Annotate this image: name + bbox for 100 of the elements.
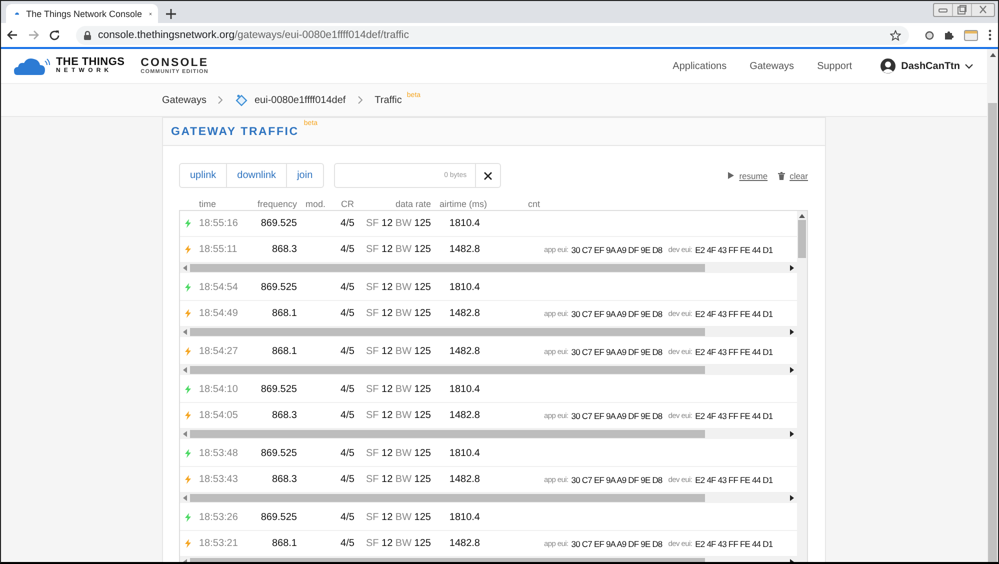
breadcrumb-item: Traffic (374, 94, 402, 106)
scroll-right-icon[interactable] (790, 431, 794, 437)
table-cell-text: 1482.8 (448, 474, 481, 485)
table-cell-text: 869.525 (260, 282, 297, 293)
table-cell-text: SF 12 BW 125 (364, 244, 431, 255)
logo-text: THE THINGS (56, 57, 125, 68)
clear-link[interactable]: clear (790, 170, 808, 180)
table-cell-text: 869.525 (260, 384, 297, 395)
filter-tab[interactable]: downlink (226, 164, 286, 187)
scrollbar-thumb[interactable] (190, 430, 705, 438)
table-cell-text: 18:53:21 (198, 538, 239, 549)
card-title: GATEWAY TRAFFIC (171, 126, 299, 138)
table-cell: E2 4F 43 FF FE 44 D1 (695, 474, 773, 484)
table-cell-text: 4/5 (340, 282, 356, 293)
menu-icon[interactable] (988, 29, 992, 41)
star-icon[interactable] (890, 30, 901, 40)
table-cell: 30 C7 EF 9A A9 DF 9E D8 (571, 538, 662, 548)
horizontal-scrollbar[interactable] (180, 263, 797, 273)
table-cell-text: 1810.4 (448, 282, 481, 293)
extension-icon[interactable] (925, 30, 934, 40)
scroll-up-icon[interactable] (799, 214, 805, 218)
scroll-left-icon[interactable] (183, 431, 187, 437)
table-cell-text: 18:54:05 (198, 410, 239, 421)
table-cell-text: 18:53:48 (198, 448, 239, 459)
table-cell-text: 18:53:43 (198, 474, 239, 485)
table-cell-text: SF 12 BW 125 (364, 448, 431, 459)
nav-link[interactable]: Applications (672, 60, 727, 72)
close-icon[interactable] (484, 172, 492, 180)
table-cell-text: 18:55:16 (198, 218, 239, 229)
scroll-right-icon[interactable] (790, 495, 794, 501)
nav-link[interactable]: Support (817, 60, 852, 72)
scroll-right-icon[interactable] (790, 265, 794, 271)
table-cell-text: 868.3 (270, 410, 297, 421)
caret-icon[interactable] (965, 64, 973, 68)
vertical-scrollbar[interactable] (797, 211, 807, 562)
cloud-logo-icon (14, 57, 50, 75)
trash-icon[interactable] (778, 172, 785, 180)
forward-icon[interactable] (28, 30, 39, 40)
table-cell: E2 4F 43 FF FE 44 D1 (695, 410, 773, 420)
new-tab-icon[interactable] (166, 9, 176, 19)
back-icon[interactable] (7, 30, 18, 40)
filter-tab[interactable]: join (286, 164, 323, 187)
table-cell-text: 868.3 (270, 244, 297, 255)
browser-tab[interactable]: The Things Network Console (6, 4, 158, 23)
scroll-left-icon[interactable] (183, 265, 187, 271)
table-cell-text: SF 12 BW 125 (364, 410, 431, 421)
scrollbar-thumb[interactable] (190, 328, 705, 336)
table-cell: E2 4F 43 FF FE 44 D1 (695, 538, 773, 548)
horizontal-scrollbar[interactable] (180, 493, 797, 503)
horizontal-scrollbar[interactable] (180, 365, 797, 375)
lightning-icon (185, 309, 191, 318)
column-header: mod. (304, 198, 326, 208)
scroll-left-icon[interactable] (183, 367, 187, 373)
table-cell-text: 1482.8 (448, 346, 481, 357)
table-cell: E2 4F 43 FF FE 44 D1 (695, 244, 773, 254)
user-name[interactable]: DashCanTtn (901, 60, 960, 72)
scrollbar-thumb[interactable] (798, 220, 806, 258)
table-cell: 30 C7 EF 9A A9 DF 9E D8 (571, 308, 662, 318)
reload-icon[interactable] (49, 30, 60, 40)
table-cell-text: 4/5 (340, 410, 356, 421)
page-scrollbar[interactable] (987, 49, 998, 562)
horizontal-scrollbar[interactable] (180, 327, 797, 337)
table-cell: 30 C7 EF 9A A9 DF 9E D8 (571, 474, 662, 484)
table-cell-text: 1482.8 (448, 538, 481, 549)
table-cell-text: SF 12 BW 125 (364, 538, 431, 549)
breadcrumb-link[interactable]: eui-0080e1ffff014def (254, 94, 346, 106)
cloud-icon (15, 10, 20, 17)
resume-link[interactable]: resume (739, 170, 768, 180)
profile-window-icon[interactable] (964, 30, 978, 40)
scrollbar-thumb[interactable] (190, 366, 705, 374)
nav-link[interactable]: Gateways (750, 60, 794, 72)
chevron-icon (218, 96, 224, 104)
scroll-left-icon[interactable] (183, 329, 187, 335)
scroll-right-icon[interactable] (790, 367, 794, 373)
breadcrumb-link[interactable]: Gateways (162, 94, 206, 106)
tab-title: The Things Network Console (26, 8, 142, 18)
scroll-up-icon[interactable] (990, 53, 996, 57)
table-cell: 30 C7 EF 9A A9 DF 9E D8 (571, 410, 662, 420)
table-cell: 30 C7 EF 9A A9 DF 9E D8 (571, 244, 662, 254)
play-icon[interactable] (728, 172, 734, 179)
chevron-icon (358, 96, 363, 104)
filter-tab[interactable]: uplink (180, 164, 226, 187)
horizontal-scrollbar[interactable] (180, 429, 797, 439)
table-cell-text: SF 12 BW 125 (364, 308, 431, 319)
scrollbar-thumb[interactable] (190, 494, 705, 502)
table-cell-text: 4/5 (340, 538, 356, 549)
table-cell-text: 1810.4 (448, 218, 481, 229)
lightning-icon (185, 513, 191, 522)
column-header: cnt (526, 198, 541, 208)
user-avatar-icon[interactable] (880, 58, 896, 74)
table-cell-text: 18:54:54 (198, 282, 239, 293)
scroll-left-icon[interactable] (183, 495, 187, 501)
address-bar[interactable]: console.thethingsnetwork.org/gateways/eui-0080e1ffff014def/traffic (76, 26, 909, 44)
beta-label: beta (304, 120, 318, 127)
scroll-right-icon[interactable] (790, 329, 794, 335)
scrollbar-thumb[interactable] (988, 103, 997, 562)
table-cell-text: SF 12 BW 125 (364, 218, 431, 229)
table-cell: 30 C7 EF 9A A9 DF 9E D8 (571, 346, 662, 356)
scrollbar-thumb[interactable] (190, 264, 705, 272)
puzzle-icon[interactable] (944, 30, 954, 40)
